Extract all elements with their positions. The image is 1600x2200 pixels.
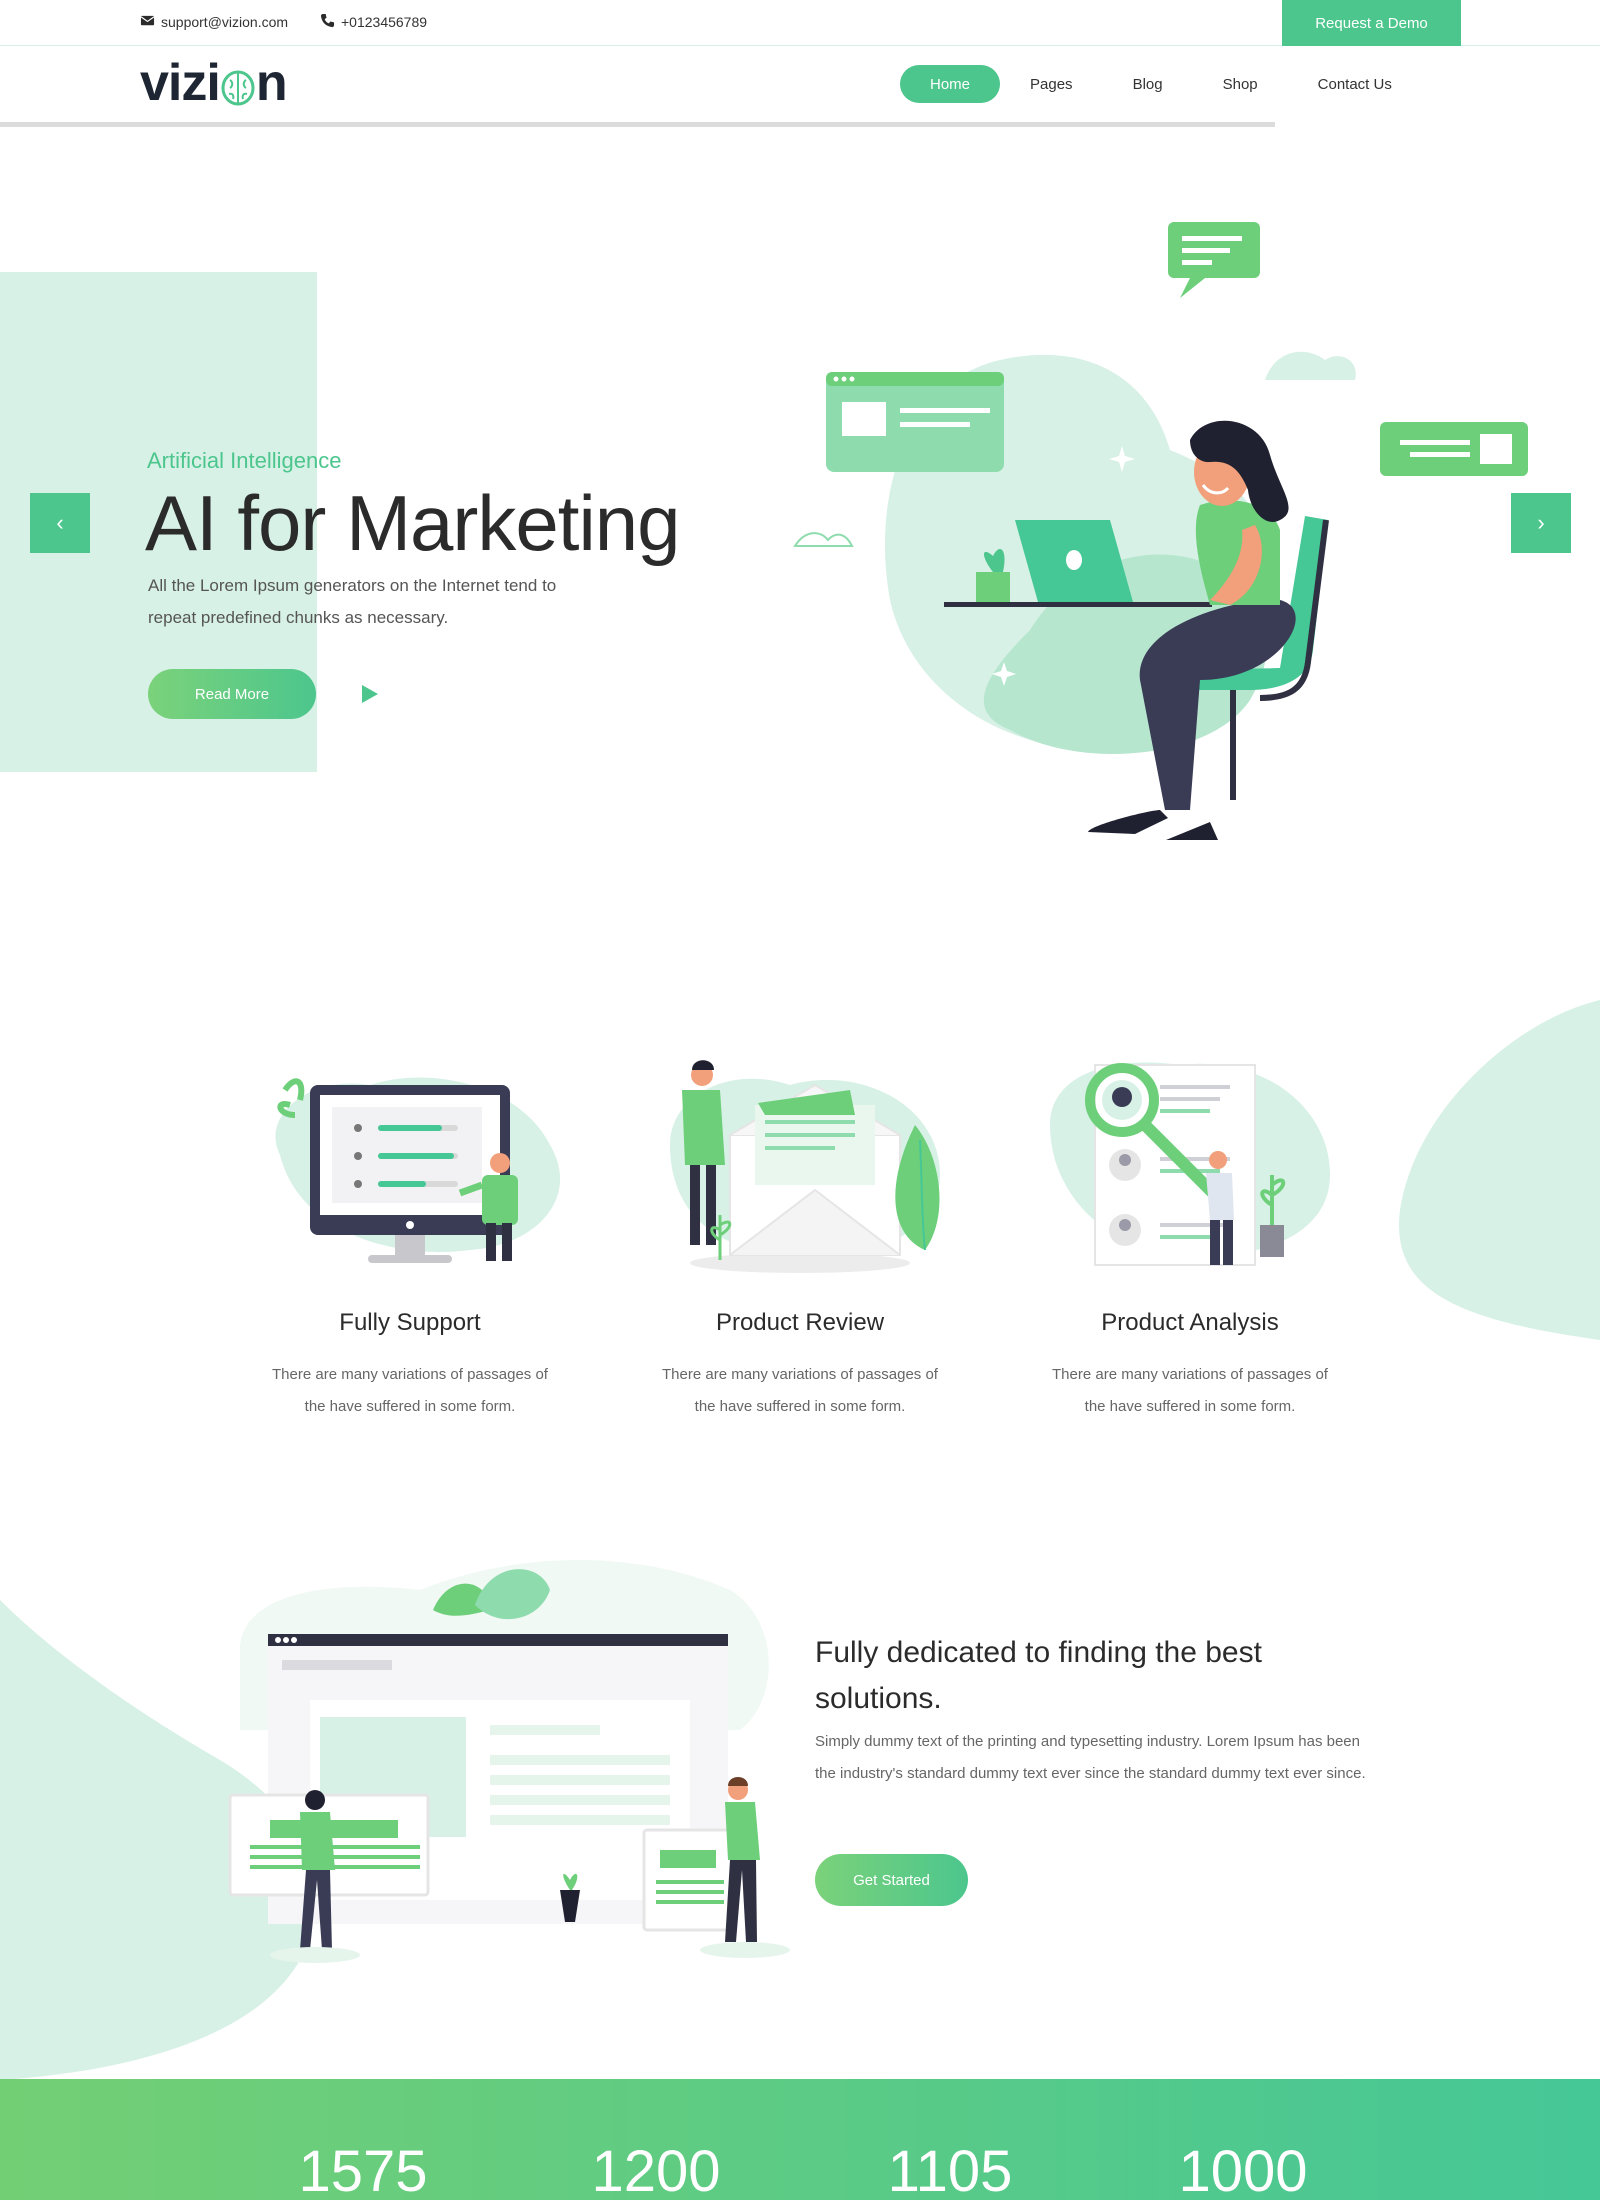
dedicated-title: Fully dedicated to finding the best solu… [815,1636,1262,1715]
feature-title: Product Analysis [1101,1309,1279,1336]
top-bar: support@vizion.com +0123456789 Request a… [0,0,1600,46]
header-divider [0,122,1275,127]
feature-title: Product Review [715,1309,885,1336]
phone-text[interactable]: +0123456789 [341,14,427,30]
logo-text-right: n [255,54,288,112]
phone-icon [320,13,335,31]
request-demo-button[interactable]: Request a Demo [1282,0,1461,46]
feature-card-fully-support: Fully Support There are many variations … [250,1045,570,1423]
hero-subtitle: Artificial Intelligence [147,448,342,473]
stat-value: 1200 [591,2139,721,2200]
feature-text: There are many variations of passages of… [272,1366,548,1415]
feature-title: Fully Support [339,1309,481,1336]
hero-title: AI for Marketing [145,479,681,567]
nav-home[interactable]: Home [900,65,1001,103]
envelope-icon [140,13,155,31]
feature-text: There are many variations of passages of… [662,1366,938,1415]
main-nav: Home Pages Blog Shop Contact Us [900,65,1422,103]
website-builder-illustration [228,1560,790,1963]
read-more-button[interactable]: Read More [148,669,316,719]
stats-bar: 1575 1200 1105 1000 [0,2079,1600,2200]
chevron-left-icon[interactable]: ‹ [30,493,90,553]
nav-shop[interactable]: Shop [1193,65,1288,103]
magnifier-analysis-illustration [1050,1062,1330,1266]
dedicated-description: Simply dummy text of the printing and ty… [815,1733,1366,1782]
nav-contact-us[interactable]: Contact Us [1288,65,1422,103]
envelope-review-illustration [670,1060,940,1273]
stat-value: 1105 [887,2139,1013,2200]
brain-icon [221,63,255,106]
stat-value: 1575 [298,2139,428,2200]
get-started-button[interactable]: Get Started [815,1854,968,1906]
logo[interactable]: vizi n [140,54,288,112]
feature-card-product-analysis: Product Analysis There are many variatio… [1030,1045,1350,1423]
phone-contact[interactable]: +0123456789 [320,13,427,31]
email-text[interactable]: support@vizion.com [161,14,288,30]
hero-illustration [793,222,1528,840]
decorative-blob-right [1399,1000,1600,1340]
play-icon[interactable] [362,685,378,703]
site-header: vizi n Home Pages Blog Shop Contact Us [0,47,1600,125]
logo-text-left: vizi [140,54,221,112]
stat-value: 1000 [1178,2139,1308,2200]
nav-pages[interactable]: Pages [1000,65,1103,103]
email-contact[interactable]: support@vizion.com [140,13,288,31]
feature-text: There are many variations of passages of… [1052,1366,1328,1415]
monitor-support-illustration [275,1077,561,1263]
hero-description: All the Lorem Ipsum generators on the In… [148,576,557,627]
nav-blog[interactable]: Blog [1103,65,1193,103]
feature-card-product-review: Product Review There are many variations… [640,1045,960,1423]
